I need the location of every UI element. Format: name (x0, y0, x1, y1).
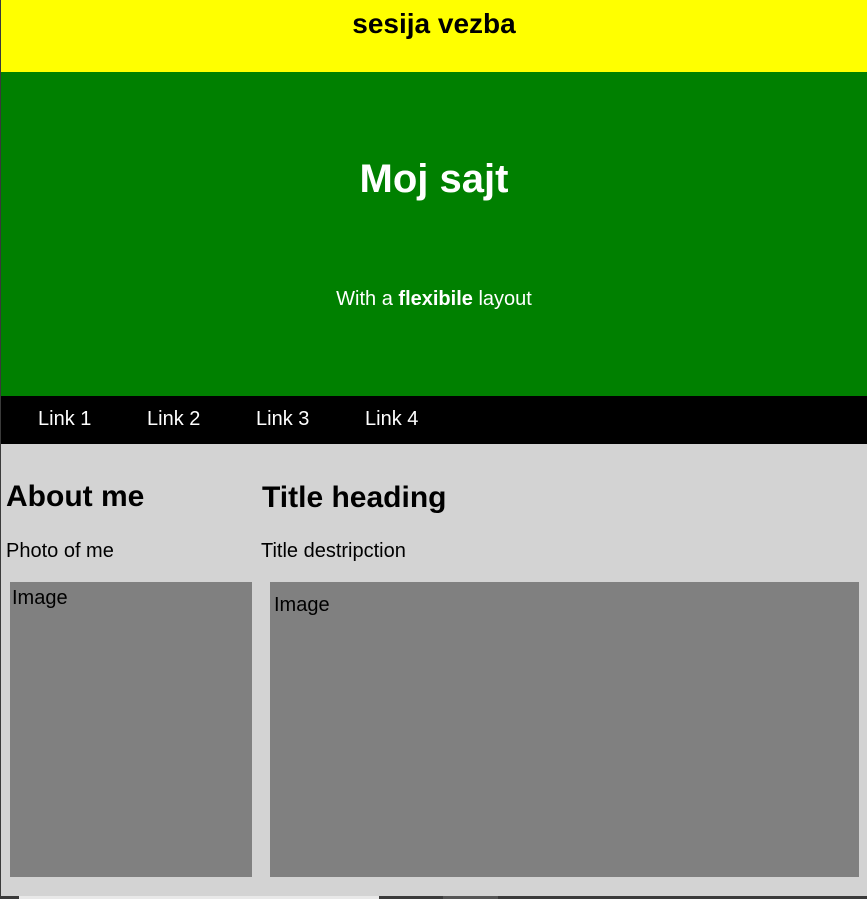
about-image: Image (10, 582, 252, 877)
hero-subtitle-post: layout (472, 288, 532, 310)
nav-link-1[interactable]: Link 1 (38, 408, 91, 431)
hero-subtitle-bold: flexibile (398, 288, 473, 310)
title-image-label: Image (274, 594, 330, 616)
page-title: sesija vezba (352, 8, 516, 39)
nav-link-3[interactable]: Link 3 (256, 408, 309, 431)
hero-section: Moj sajt With a flexibile layout (1, 72, 867, 396)
nav-link-2[interactable]: Link 2 (147, 408, 200, 431)
title-heading: Title heading (262, 481, 447, 514)
hero-subtitle-pre: With a (336, 288, 399, 310)
title-description: Title destripction (261, 540, 406, 562)
nav-bar: Link 1 Link 2 Link 3 Link 4 (1, 396, 867, 444)
hero-title: Moj sajt (359, 157, 509, 201)
about-text: Photo of me (6, 540, 114, 562)
page: sesija vezba Moj sajt With a flexibile l… (1, 0, 867, 896)
hero-subtitle: With a flexibile layout (1, 288, 867, 311)
nav-link-4[interactable]: Link 4 (365, 408, 418, 431)
title-image: Image (270, 582, 859, 877)
top-banner: sesija vezba (1, 0, 867, 72)
about-heading: About me (6, 480, 145, 513)
about-image-label: Image (12, 587, 68, 609)
